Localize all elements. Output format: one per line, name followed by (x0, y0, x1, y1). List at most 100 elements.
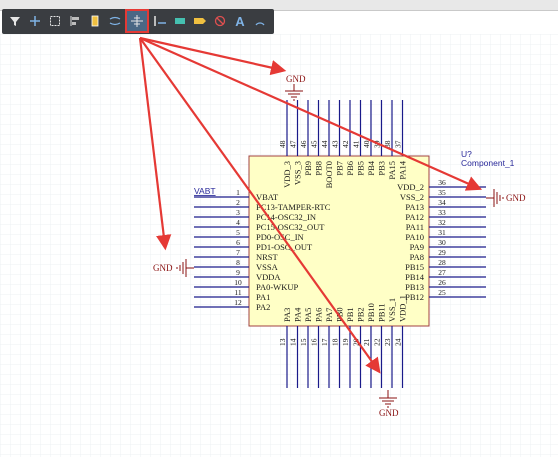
pin-number: 23 (383, 338, 392, 346)
pin-name: PB5 (356, 161, 366, 176)
pin-number: 40 (362, 140, 371, 148)
component-tool-button[interactable] (85, 11, 105, 31)
pin-number: 13 (278, 338, 287, 346)
pin-name: VSS_3 (293, 161, 303, 185)
pin-name: PB2 (356, 307, 366, 322)
pin-number: 9 (236, 268, 240, 277)
gnd-label-left: GND (153, 263, 173, 273)
pin-number: 17 (320, 338, 329, 346)
pin-name: BOOT0 (324, 161, 334, 188)
pin-number: 42 (341, 140, 350, 148)
pin-name: VSSA (256, 262, 279, 272)
pin-number: 10 (234, 278, 242, 287)
port-icon (194, 18, 206, 24)
wire-tool-button[interactable] (105, 11, 125, 31)
pin-name: PB10 (366, 303, 376, 322)
pin-number: 8 (236, 258, 240, 267)
pin-name: PA14 (398, 160, 408, 179)
text-tool-button[interactable]: A (230, 11, 250, 31)
pin-name: PA15 (387, 161, 397, 180)
pin-number: 36 (438, 178, 446, 187)
pin-name: PC13-TAMPER-RTC (256, 202, 331, 212)
pin-number: 43 (331, 140, 340, 148)
pin-name: PA11 (406, 222, 424, 232)
component-comment[interactable]: Component_1 (461, 158, 515, 168)
pin-number: 14 (289, 338, 298, 346)
schematic-canvas[interactable]: 48VDD_347VSS_346PB945PB844BOOT043PB742PB… (0, 34, 558, 457)
no-erc-icon (214, 15, 226, 27)
no-erc-tool-button[interactable] (210, 11, 230, 31)
pin-number: 7 (236, 248, 240, 257)
pin-name: PB4 (366, 160, 376, 175)
pin-number: 15 (299, 338, 308, 346)
pin-name: PA4 (293, 307, 303, 322)
pin-number: 4 (236, 218, 240, 227)
pin-number: 35 (438, 188, 446, 197)
gnd-label-top: GND (286, 74, 306, 84)
pin-number: 18 (331, 338, 340, 346)
pin-number: 11 (234, 288, 241, 297)
port-tool-button[interactable] (190, 11, 210, 31)
pin-number: 48 (278, 140, 287, 148)
net-label-vbat[interactable]: VABT (194, 186, 216, 196)
pin-name: VSS_1 (387, 298, 397, 322)
pin-number: 22 (373, 338, 382, 346)
pin-name: PA2 (256, 302, 270, 312)
select-area-tool-button[interactable] (45, 11, 65, 31)
filter-icon (10, 17, 20, 26)
pin-number: 31 (438, 228, 446, 237)
pin-number: 32 (438, 218, 446, 227)
pin-name: PA1 (256, 292, 270, 302)
pin-number: 34 (438, 198, 446, 207)
pin-number: 37 (394, 140, 403, 148)
gnd-label-bottom: GND (379, 408, 399, 418)
pin-name: PB11 (377, 303, 387, 322)
net-label-icon (154, 16, 166, 26)
pin-name: PB7 (335, 161, 345, 176)
pin-number: 45 (310, 140, 319, 148)
align-tool-button[interactable] (65, 11, 85, 31)
pin-name: PB13 (405, 282, 424, 292)
pin-name: PB14 (405, 272, 425, 282)
pin-number: 16 (310, 338, 319, 346)
pin-name: PA12 (405, 212, 424, 222)
pin-number: 30 (438, 238, 446, 247)
arc-tool-button[interactable] (250, 11, 270, 31)
pin-name: PC15-OSC32_OUT (256, 222, 325, 232)
power-port-tool-button[interactable] (125, 9, 149, 33)
pin-number: 21 (362, 338, 371, 346)
power-port-icon (131, 15, 143, 27)
pin-name: PA5 (303, 308, 313, 322)
pin-name: PB6 (345, 161, 355, 176)
harness-tool-button[interactable] (170, 11, 190, 31)
pin-name: PA9 (410, 242, 424, 252)
pin-name: VSS_2 (400, 192, 424, 202)
pin-name: PA3 (282, 308, 292, 322)
pin-number: 12 (234, 298, 242, 307)
pin-name: PA6 (314, 308, 324, 322)
pin-name: PA8 (410, 252, 424, 262)
pin-name: VDD_2 (397, 182, 424, 192)
pin-name: PD1-OSC_OUT (256, 242, 313, 252)
active-bar-toolbar: A (2, 9, 274, 34)
pin-name: PA13 (405, 202, 424, 212)
pin-name: PA0-WKUP (256, 282, 298, 292)
pin-number: 19 (341, 338, 350, 346)
pin-name: PB9 (303, 161, 313, 176)
pin-number: 26 (438, 278, 446, 287)
net-label-tool-button[interactable] (150, 11, 170, 31)
pin-number: 41 (352, 140, 361, 148)
pin-number: 5 (236, 228, 240, 237)
pin-number: 33 (438, 208, 446, 217)
pin-name: PB15 (405, 262, 424, 272)
plus-icon (30, 16, 40, 26)
filter-tool-button[interactable] (5, 11, 25, 31)
pin-number: 3 (236, 208, 240, 217)
component-icon (91, 15, 99, 27)
pin-number: 46 (299, 140, 308, 148)
add-tool-button[interactable] (25, 11, 45, 31)
pin-number: 29 (438, 248, 446, 257)
pin-number: 6 (236, 238, 240, 247)
pin-number: 44 (320, 140, 329, 148)
pin-name: VBAT (256, 192, 279, 202)
